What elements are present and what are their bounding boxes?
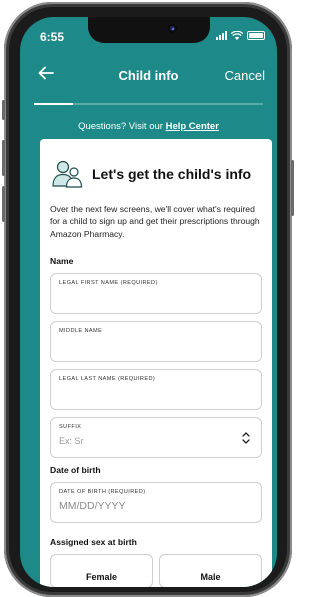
field-label: DATE OF BIRTH (REQUIRED) [59, 489, 146, 496]
field-label: MIDDLE NAME [59, 328, 103, 335]
chevron-up-down-icon [242, 432, 250, 444]
legal-first-name-field[interactable]: LEGAL FIRST NAME (REQUIRED) [50, 273, 262, 315]
volume-up-button [2, 140, 5, 176]
cancel-button[interactable]: Cancel [225, 68, 265, 83]
progress-bar [34, 103, 263, 105]
field-label: SUFFIX [59, 424, 82, 431]
suffix-placeholder: Ex: Sr [59, 436, 84, 447]
male-option[interactable]: Male [159, 554, 262, 587]
wifi-icon [231, 31, 243, 40]
suffix-select[interactable]: SUFFIX Ex: Sr [50, 417, 262, 459]
field-label: LEGAL LAST NAME (REQUIRED) [59, 376, 156, 383]
name-section-heading: Name [50, 256, 74, 267]
status-time: 6:55 [40, 30, 65, 44]
field-label: LEGAL FIRST NAME (REQUIRED) [59, 280, 158, 287]
help-prefix: Questions? Visit our [78, 121, 166, 132]
help-line: Questions? Visit our Help Center [20, 121, 277, 132]
silent-switch [2, 100, 5, 120]
child-info-card: Let's get the child's info Over the next… [40, 139, 272, 587]
female-option[interactable]: Female [50, 554, 153, 587]
family-icon [52, 160, 83, 188]
middle-name-field[interactable]: MIDDLE NAME [50, 321, 262, 363]
phone-screen: 6:55 Child info Cancel Questions? Visit … [20, 17, 277, 587]
power-button [291, 160, 294, 216]
date-of-birth-field[interactable]: DATE OF BIRTH (REQUIRED) MM/DD/YYYY [50, 482, 262, 524]
dob-placeholder: MM/DD/YYYY [59, 500, 126, 513]
card-header: Let's get the child's info [50, 159, 262, 189]
volume-down-button [2, 186, 5, 222]
status-icons [216, 31, 265, 40]
progress-fill [34, 103, 73, 105]
card-title: Let's get the child's info [92, 166, 252, 182]
sex-options: Female Male [50, 554, 262, 587]
legal-last-name-field[interactable]: LEGAL LAST NAME (REQUIRED) [50, 369, 262, 411]
nav-bar: Child info Cancel [20, 53, 277, 93]
battery-icon [247, 31, 265, 40]
cellular-signal-icon [216, 31, 227, 40]
sex-section-heading: Assigned sex at birth [50, 537, 137, 548]
help-center-link[interactable]: Help Center [166, 121, 219, 132]
dob-section-heading: Date of birth [50, 465, 101, 476]
notch [88, 17, 210, 43]
camera [168, 24, 177, 33]
intro-text: Over the next few screens, we'll cover w… [50, 204, 260, 239]
